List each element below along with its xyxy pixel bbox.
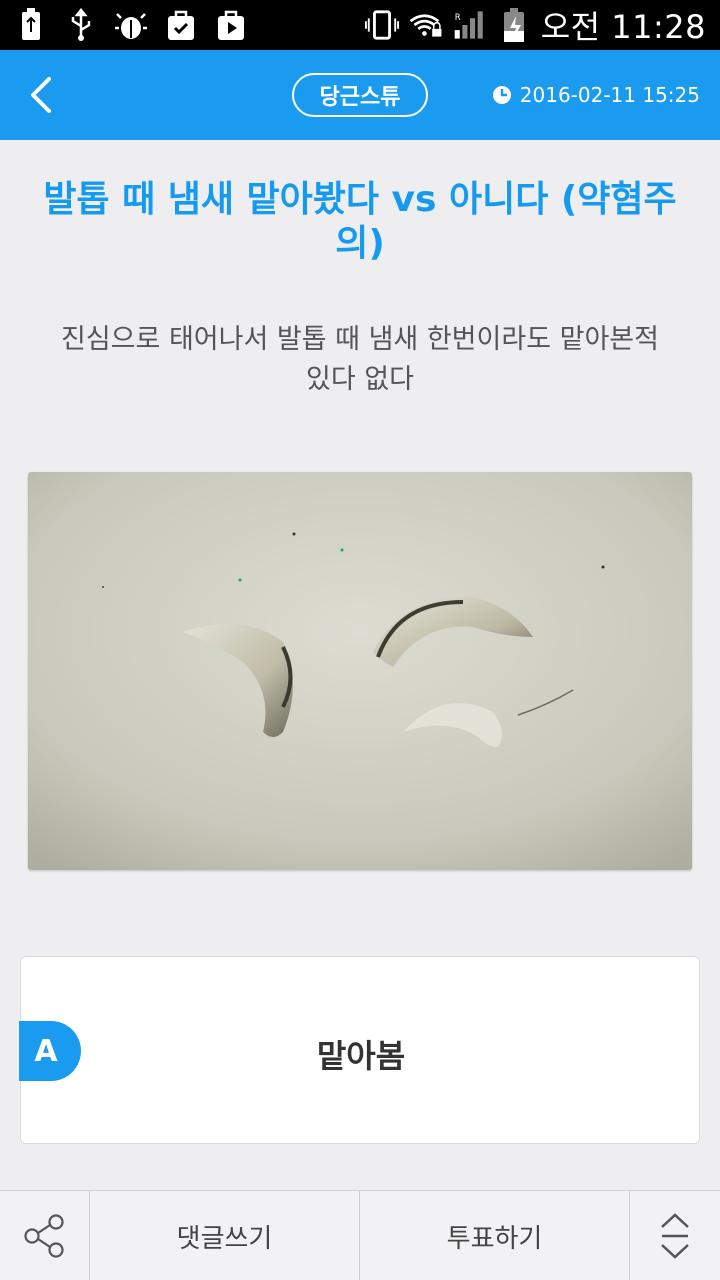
status-right-icons: R 오전 11:28	[364, 4, 706, 46]
post-subtitle: 진심으로 태어나서 발톱 때 냄새 한번이라도 맡아본적 있다 없다	[61, 324, 659, 395]
expand-collapse-icon	[661, 1213, 689, 1259]
status-left-icons	[14, 6, 248, 44]
android-debug-icon	[114, 8, 148, 42]
vibrate-icon	[364, 8, 399, 42]
option-label: 맡아봄	[316, 1037, 406, 1075]
signal-icon: R	[453, 8, 487, 42]
battery-saver-icon	[14, 8, 48, 42]
share-button[interactable]	[0, 1191, 90, 1280]
svg-text:R: R	[454, 13, 460, 23]
status-bar: R 오전 11:28	[0, 0, 720, 50]
scroll-toggle-button[interactable]	[630, 1191, 720, 1280]
status-time: 오전 11:28	[540, 8, 706, 46]
battery-charging-icon	[497, 8, 531, 42]
post-title: 발톱 때 냄새 맡아봤다 vs 아니다 (약혐주의)	[43, 179, 677, 264]
bottom-action-bar: 댓글쓰기 투표하기	[0, 1190, 720, 1280]
back-button[interactable]	[18, 72, 64, 118]
play-store-icon	[214, 8, 248, 42]
shopping-bag-icon	[164, 8, 198, 42]
post-image	[28, 472, 692, 870]
usb-icon	[64, 8, 98, 42]
vote-button[interactable]: 투표하기	[360, 1191, 630, 1280]
wifi-lock-icon	[409, 8, 443, 42]
chevron-left-icon	[31, 77, 51, 113]
clock-icon	[492, 86, 511, 104]
post-date-text: 2016-02-11 15:25	[519, 83, 700, 107]
share-icon	[23, 1214, 64, 1258]
post-date: 2016-02-11 15:25	[492, 83, 700, 107]
category-badge[interactable]: 당근스튜	[292, 73, 428, 117]
app-bar: 당근스튜 2016-02-11 15:25	[0, 50, 720, 140]
write-comment-button[interactable]: 댓글쓰기	[90, 1191, 360, 1280]
vote-option[interactable]: A 맡아봄	[19, 956, 700, 1144]
